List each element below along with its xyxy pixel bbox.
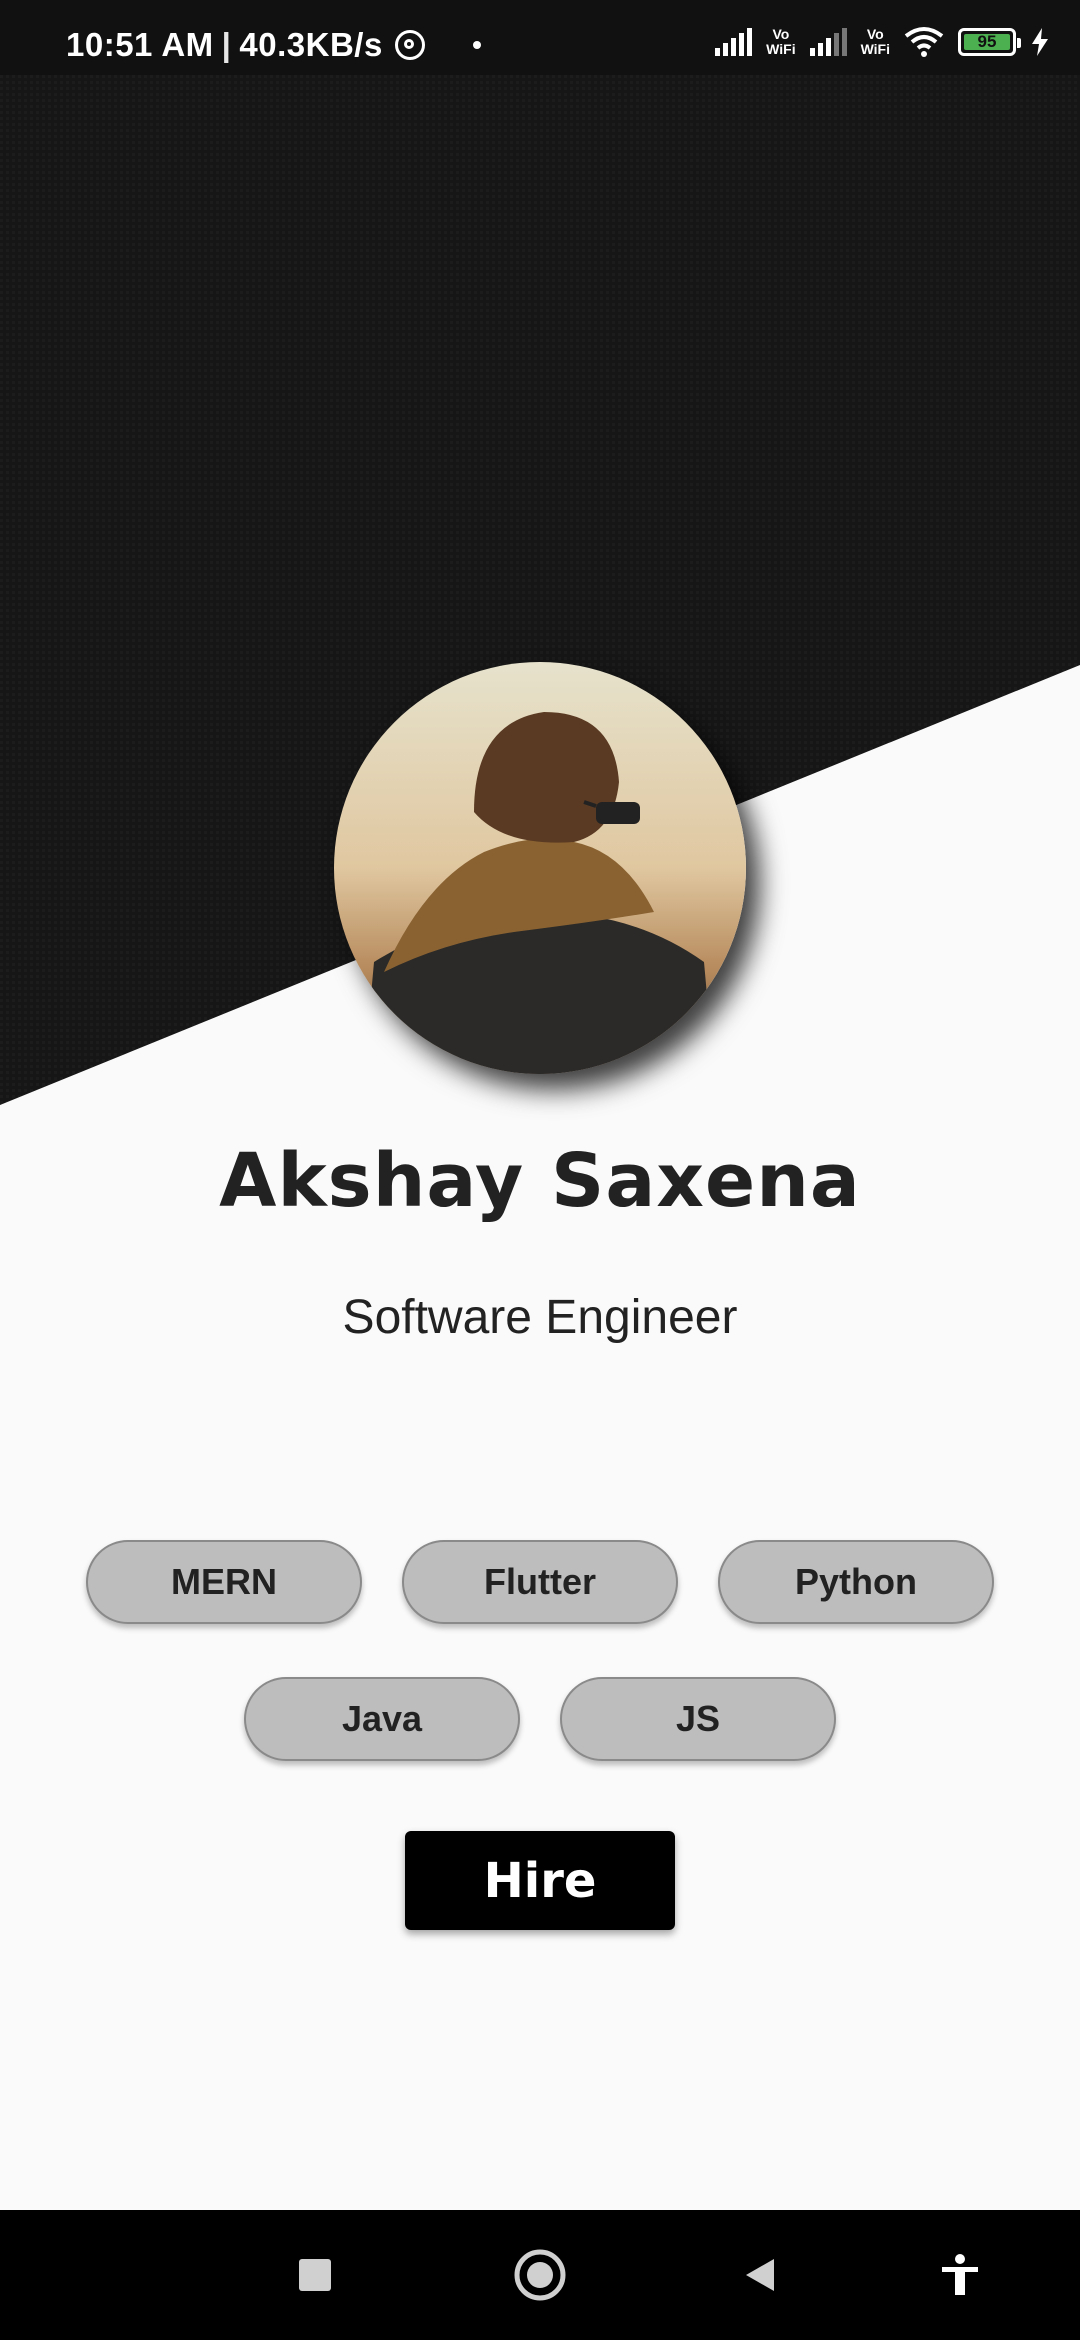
cell-signal-icon — [715, 28, 753, 56]
skill-chip-js[interactable]: JS — [560, 1677, 836, 1761]
triangle-back-icon — [746, 2259, 774, 2291]
hire-button[interactable]: Hire — [405, 1831, 675, 1930]
profile-title: Software Engineer — [342, 1291, 738, 1344]
accessibility-button[interactable] — [925, 2240, 995, 2310]
vowifi-label-1: Vo WiFi — [766, 26, 796, 57]
status-speed: 40.3KB/s — [239, 26, 383, 63]
skill-chip-python[interactable]: Python — [718, 1540, 994, 1624]
circle-icon — [514, 2249, 566, 2301]
profile-name: Akshay Saxena — [219, 1138, 861, 1224]
vowifi-label-2: Vo WiFi — [860, 26, 890, 57]
data-saver-icon — [394, 30, 425, 60]
skill-chip-mern[interactable]: MERN — [86, 1540, 362, 1624]
profile-avatar — [334, 662, 746, 1074]
battery-icon: 95 — [958, 28, 1021, 56]
skill-chip-flutter[interactable]: Flutter — [402, 1540, 678, 1624]
status-right: Vo WiFi Vo WiFi 95 — [715, 26, 1050, 58]
home-button[interactable] — [505, 2240, 575, 2310]
status-time: 10:51 AM — [66, 26, 214, 63]
recents-button[interactable] — [280, 2240, 350, 2310]
avatar-photo — [334, 662, 746, 1074]
status-left: 10:51 AM | 40.3KB/s — [66, 26, 481, 64]
charging-bolt-icon — [1032, 28, 1048, 56]
square-icon — [299, 2259, 331, 2291]
wifi-icon — [904, 27, 944, 57]
battery-level: 95 — [964, 33, 1010, 50]
back-button[interactable] — [725, 2240, 795, 2310]
skill-chip-java[interactable]: Java — [244, 1677, 520, 1761]
accessibility-icon — [942, 2254, 978, 2295]
status-separator: | — [221, 26, 232, 63]
cell-signal-icon-2 — [809, 28, 847, 56]
navigation-bar — [0, 2210, 1080, 2340]
notification-dot-icon — [472, 41, 481, 49]
